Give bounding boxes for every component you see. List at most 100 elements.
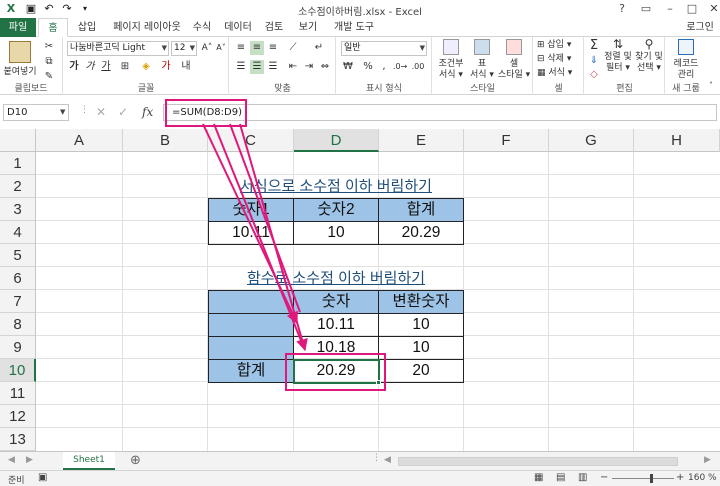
table1-cell[interactable]: 10.11 [208,221,294,245]
table2-cell[interactable]: 10.18 [293,336,379,360]
column-header-h[interactable]: H [634,129,720,152]
paste-button[interactable]: 붙여넣기 [2,39,38,78]
tab-file[interactable]: 파일 [0,18,36,37]
bold-icon[interactable]: 가 [67,60,81,74]
shrink-font-icon[interactable]: A˅ [214,41,228,55]
italic-icon[interactable]: 가 [83,60,97,74]
font-color-icon[interactable]: 가 [159,60,173,74]
collapse-ribbon-icon[interactable]: ˄ [704,79,718,93]
grow-font-icon[interactable]: A˄ [200,41,214,55]
zoom-out-icon[interactable]: − [600,472,608,483]
row-header-10[interactable]: 10 [0,359,36,382]
font-size-combo[interactable]: 12 ▼ [171,41,197,56]
percent-icon[interactable]: % [361,60,375,74]
conditional-format-button[interactable]: 조건부 서식 ▾ [435,39,467,81]
row-header-5[interactable]: 5 [0,244,36,267]
column-header-e[interactable]: E [379,129,464,152]
table1-header[interactable]: 합계 [378,198,464,222]
table2-cell[interactable]: 20 [378,359,464,383]
currency-icon[interactable]: ₩ [341,60,355,74]
tab-data[interactable]: 데이터 [220,18,256,37]
insert-function-icon[interactable]: fx [142,105,153,119]
table2-row-label[interactable] [208,336,294,360]
horizontal-scrollbar[interactable] [398,457,678,466]
table2-cell[interactable]: 10 [378,313,464,337]
page-break-view-icon[interactable]: ▥ [578,472,587,483]
orientation-icon[interactable]: ⟋ [286,41,300,55]
table2-row-label[interactable] [208,313,294,337]
table2-cell[interactable]: 10.11 [293,313,379,337]
row-header-4[interactable]: 4 [0,221,36,244]
table2-header[interactable] [208,290,294,314]
align-center-icon[interactable]: ☰ [250,60,264,74]
find-select-button[interactable]: ⚲ 찾기 및 선택 ▾ [633,38,665,74]
border-icon[interactable]: ⊞ [118,60,132,74]
fill-icon[interactable]: ⇓ [587,54,601,68]
hscroll-right-icon[interactable]: ▶ [704,455,711,465]
clear-icon[interactable]: ◇ [587,68,601,82]
row-header-6[interactable]: 6 [0,267,36,290]
row-header-3[interactable]: 3 [0,198,36,221]
row-header-11[interactable]: 11 [0,382,36,405]
macro-record-icon[interactable]: ▣ [38,472,47,483]
column-header-f[interactable]: F [464,129,549,152]
align-middle-icon[interactable]: ≡ [250,41,264,55]
tab-formulas[interactable]: 수식 [186,18,218,37]
worksheet-grid[interactable]: A B C D E F G H 1 2 3 4 5 6 7 8 9 10 11 … [0,129,720,451]
table2-header[interactable]: 변환숫자 [378,290,464,314]
insert-cells-button[interactable]: ⊞ 삽입 ▾ [537,40,571,51]
column-header-g[interactable]: G [549,129,634,152]
table2-row-label[interactable]: 합계 [208,359,294,383]
align-bottom-icon[interactable]: ≡ [266,41,280,55]
tab-view[interactable]: 보기 [292,18,324,37]
underline-icon[interactable]: 가 [99,60,113,74]
table2-header[interactable]: 숫자 [293,290,379,314]
scroll-handle-icon[interactable]: ⋮ [372,453,381,463]
indent-increase-icon[interactable]: ⇥ [302,60,316,74]
row-header-8[interactable]: 8 [0,313,36,336]
zoom-in-icon[interactable]: + [676,472,684,483]
scroll-right-icon[interactable]: ▶ [26,455,33,465]
tab-insert[interactable]: 삽입 [70,18,104,37]
tab-developer[interactable]: 개발 도구 [326,18,382,37]
cut-icon[interactable]: ✂ [42,40,56,54]
formula-input[interactable]: =SUM(D8:D9) [163,104,717,121]
select-all-corner[interactable] [0,129,36,152]
row-header-13[interactable]: 13 [0,428,36,451]
font-name-combo[interactable]: 나눔바른고딕 Light ▼ [67,41,169,56]
normal-view-icon[interactable]: ▦ [534,472,543,483]
comma-icon[interactable]: , [377,60,391,74]
cancel-icon[interactable]: ✕ [96,105,106,119]
row-header-12[interactable]: 12 [0,405,36,428]
add-sheet-icon[interactable]: ⊕ [130,453,141,468]
record-manage-button[interactable]: 레코드 관리 [668,39,704,81]
merge-center-icon[interactable]: ⇔ [318,60,332,74]
align-left-icon[interactable]: ☰ [234,60,248,74]
sort-filter-button[interactable]: ⇅ 정렬 및 필터 ▾ [603,38,633,74]
tab-home[interactable]: 홈 [38,18,68,37]
table1-header[interactable]: 숫자2 [293,198,379,222]
autosum-icon[interactable]: Σ [587,39,601,53]
hscroll-left-icon[interactable]: ◀ [384,455,391,465]
tab-page-layout[interactable]: 페이지 레이아웃 [108,18,186,37]
align-right-icon[interactable]: ☰ [266,60,280,74]
zoom-slider-thumb[interactable] [650,474,653,483]
copy-icon[interactable]: ⧉ [42,55,56,69]
column-header-c[interactable]: C [208,129,294,152]
fill-color-icon[interactable]: ◈ [139,60,153,74]
sign-in-link[interactable]: 로그인 [680,18,720,37]
row-header-2[interactable]: 2 [0,175,36,198]
wrap-text-icon[interactable]: ↵ [312,41,326,55]
column-header-b[interactable]: B [123,129,208,152]
enter-icon[interactable]: ✓ [118,105,128,119]
number-format-combo[interactable]: 일반 ▼ [341,41,427,56]
row-header-9[interactable]: 9 [0,336,36,359]
row-header-7[interactable]: 7 [0,290,36,313]
fill-handle[interactable] [376,380,381,385]
format-cells-button[interactable]: ▦ 서식 ▾ [537,68,572,79]
table1-cell[interactable]: 10 [293,221,379,245]
table2-cell[interactable]: 10 [378,336,464,360]
zoom-slider[interactable] [612,478,674,479]
format-as-table-button[interactable]: 표 서식 ▾ [467,39,497,81]
delete-cells-button[interactable]: ⊟ 삭제 ▾ [537,54,571,65]
